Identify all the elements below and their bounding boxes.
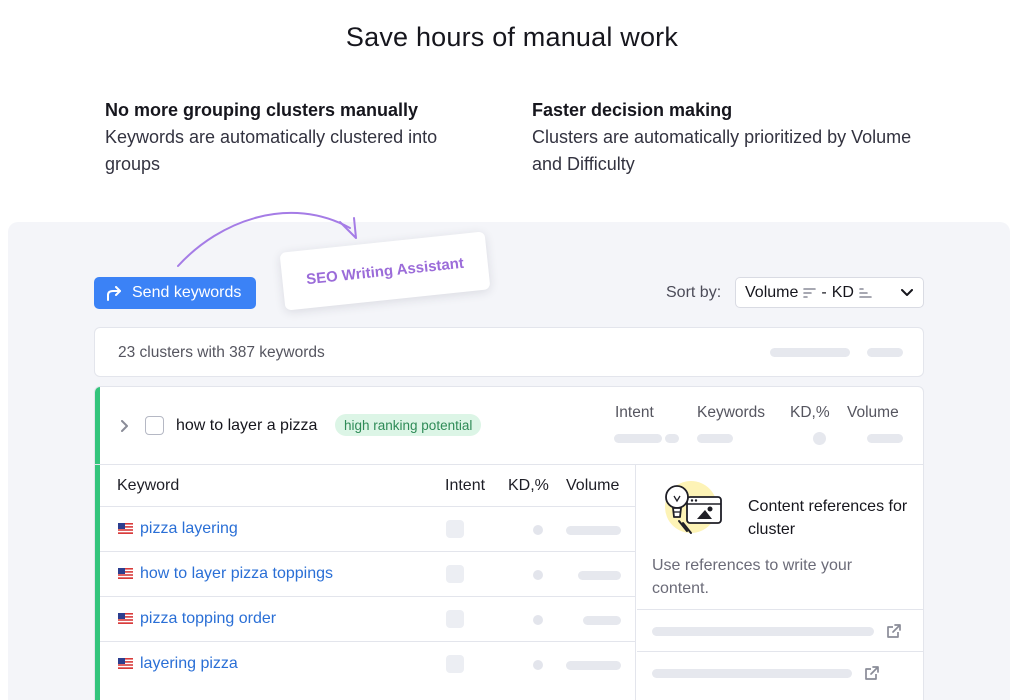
tool-tag-label: SEO Writing Assistant: [305, 254, 465, 288]
feature-title: No more grouping clusters manually: [105, 100, 419, 120]
chevron-right-icon[interactable]: [121, 420, 129, 432]
reference-row[interactable]: [637, 609, 923, 650]
send-keywords-label: Send keywords: [132, 284, 242, 301]
col-volume: Volume: [566, 477, 620, 494]
keyword-link[interactable]: layering pizza: [140, 655, 238, 673]
kd-placeholder: [533, 570, 543, 580]
keywords-table: Keyword Intent KD,% Volume pizza layerin…: [100, 465, 636, 700]
us-flag-icon: [118, 658, 133, 669]
content-references-panel: Content references for cluster Use refer…: [637, 465, 923, 700]
clusters-summary-text: 23 clusters with 387 keywords: [118, 344, 325, 361]
feature-decision-making: Faster decision making Clusters are auto…: [532, 97, 922, 178]
keyword-link[interactable]: pizza topping order: [140, 610, 276, 628]
keyword-link[interactable]: how to layer pizza toppings: [140, 565, 333, 583]
ranking-potential-badge: high ranking potential: [335, 414, 482, 436]
share-arrow-icon: [107, 285, 121, 301]
cluster-header[interactable]: how to layer a pizza high ranking potent…: [95, 387, 923, 465]
us-flag-icon: [118, 613, 133, 624]
col-intent: Intent: [445, 477, 486, 494]
placeholder-bar: [867, 348, 903, 357]
col-kd: KD,%: [508, 477, 549, 494]
cluster-col-kd: KD,%: [790, 404, 830, 421]
sort-desc-icon: [803, 287, 817, 298]
sort-select[interactable]: Volume - KD: [735, 277, 924, 308]
cluster-col-volume: Volume: [847, 404, 899, 421]
us-flag-icon: [118, 523, 133, 534]
placeholder-bar: [867, 434, 903, 443]
placeholder-bar: [770, 348, 850, 357]
sort-asc-icon: [859, 287, 872, 298]
cluster-title[interactable]: how to layer a pizza: [176, 417, 317, 435]
chevron-down-icon: [901, 288, 913, 296]
references-title: Content references for cluster: [748, 498, 908, 538]
feature-manual-grouping: No more grouping clusters manually Keywo…: [105, 97, 495, 178]
intent-placeholder: [446, 520, 464, 538]
placeholder-bar: [652, 627, 874, 636]
table-row: layering pizza: [100, 642, 635, 687]
volume-placeholder: [583, 616, 621, 625]
references-description: Use references to write your content.: [652, 557, 853, 597]
intent-placeholder: [446, 565, 464, 583]
clusters-summary-bar: 23 clusters with 387 keywords: [94, 327, 924, 377]
reference-row[interactable]: [637, 651, 923, 692]
intent-placeholder: [446, 610, 464, 628]
feature-description: Keywords are automatically clustered int…: [105, 127, 438, 174]
external-link-icon[interactable]: [864, 665, 880, 681]
volume-placeholder: [566, 526, 621, 535]
keyword-link[interactable]: pizza layering: [140, 520, 238, 538]
placeholder-bar: [614, 434, 662, 443]
placeholder-bar: [697, 434, 733, 443]
keywords-table-header: Keyword Intent KD,% Volume: [100, 465, 635, 507]
table-row: how to layer pizza toppings: [100, 552, 635, 597]
cluster-card: how to layer a pizza high ranking potent…: [94, 386, 924, 700]
sort-primary: Volume: [745, 283, 799, 301]
send-keywords-button[interactable]: Send keywords: [94, 277, 256, 309]
page-headline: Save hours of manual work: [345, 22, 679, 52]
kd-placeholder: [533, 615, 543, 625]
sort-by-label: Sort by:: [666, 284, 722, 301]
lightbulb-browser-illustration-icon: [665, 481, 722, 534]
cluster-checkbox[interactable]: [145, 416, 164, 435]
feature-description: Clusters are automatically prioritized b…: [532, 127, 912, 174]
kd-placeholder: [533, 660, 543, 670]
us-flag-icon: [118, 568, 133, 579]
feature-title: Faster decision making: [532, 100, 733, 120]
sort-secondary: KD: [831, 283, 854, 301]
external-link-icon[interactable]: [886, 623, 902, 639]
kd-placeholder: [533, 525, 543, 535]
sort-separator: -: [821, 283, 827, 301]
table-row: pizza layering: [100, 507, 635, 552]
cluster-col-intent: Intent: [615, 404, 654, 421]
volume-placeholder: [566, 661, 621, 670]
cluster-col-keywords: Keywords: [697, 404, 766, 421]
intent-placeholder: [446, 655, 464, 673]
table-row: pizza topping order: [100, 597, 635, 642]
volume-placeholder: [578, 571, 621, 580]
col-keyword: Keyword: [117, 477, 180, 494]
placeholder-bar: [665, 434, 679, 443]
placeholder-bar: [652, 669, 852, 678]
placeholder-dot: [813, 432, 826, 445]
